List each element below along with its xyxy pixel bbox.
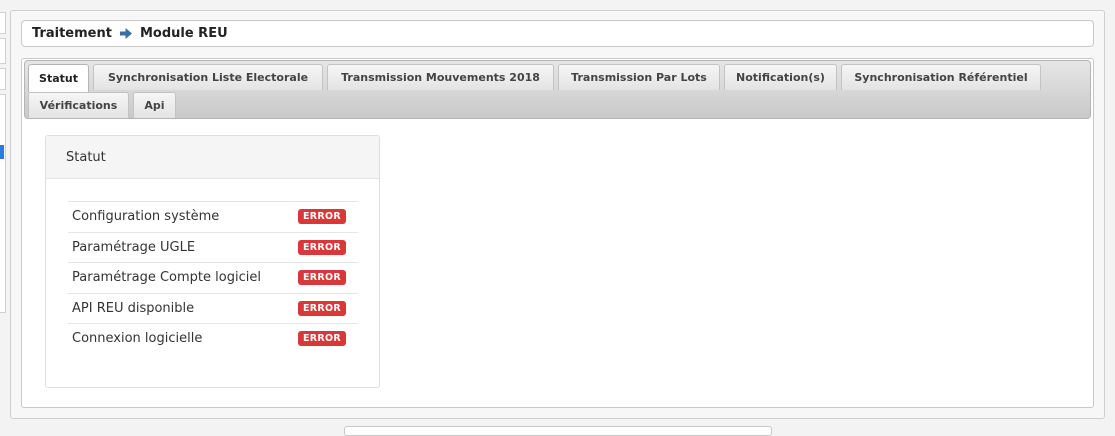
arrow-right-icon xyxy=(119,28,132,39)
sidebar-active-indicator xyxy=(0,145,4,159)
breadcrumb: Traitement Module REU xyxy=(21,20,1094,47)
status-row-label: Configuration système xyxy=(72,209,220,225)
table-row: Paramétrage Compte logiciel ERROR xyxy=(68,262,358,293)
tab-synchronisation-liste-electorale[interactable]: Synchronisation Liste Electorale xyxy=(93,64,323,90)
sidebar-edge-segment xyxy=(0,68,6,90)
status-card: Statut Configuration système ERROR Param… xyxy=(45,135,380,388)
status-row-label: Paramétrage UGLE xyxy=(72,239,196,255)
tab-synchronisation-referentiel[interactable]: Synchronisation Référentiel xyxy=(841,64,1041,90)
status-badge: ERROR xyxy=(298,239,347,255)
sidebar-edge-segment xyxy=(0,94,6,313)
tab-transmission-mouvements-2018[interactable]: Transmission Mouvements 2018 xyxy=(327,64,554,90)
status-badge: ERROR xyxy=(298,270,347,286)
table-row: Paramétrage UGLE ERROR xyxy=(68,231,358,263)
status-badge: ERROR xyxy=(298,331,347,347)
status-row-label: Paramétrage Compte logiciel xyxy=(72,270,261,286)
tab-notifications[interactable]: Notification(s) xyxy=(724,64,837,90)
bottom-panel-edge xyxy=(344,426,772,436)
tab-transmission-par-lots[interactable]: Transmission Par Lots xyxy=(558,64,720,90)
breadcrumb-current: Module REU xyxy=(139,26,228,41)
left-sidebar-edge xyxy=(0,0,6,315)
status-badge: ERROR xyxy=(298,300,347,316)
sidebar-edge-segment xyxy=(0,38,6,64)
status-row-label: Connexion logicielle xyxy=(72,331,203,347)
breadcrumb-parent[interactable]: Traitement xyxy=(32,26,112,41)
tab-statut[interactable]: Statut xyxy=(28,64,89,92)
table-row: Connexion logicielle ERROR xyxy=(68,323,358,354)
status-card-title: Statut xyxy=(46,136,379,179)
table-row: API REU disponible ERROR xyxy=(68,292,358,324)
tab-api[interactable]: Api xyxy=(133,92,176,118)
status-table: Configuration système ERROR Paramétrage … xyxy=(68,201,358,354)
status-badge: ERROR xyxy=(298,209,347,225)
tab-verifications[interactable]: Vérifications xyxy=(28,92,129,118)
sidebar-edge-segment xyxy=(0,12,6,34)
status-row-label: API REU disponible xyxy=(72,300,195,316)
table-row: Configuration système ERROR xyxy=(68,201,358,232)
